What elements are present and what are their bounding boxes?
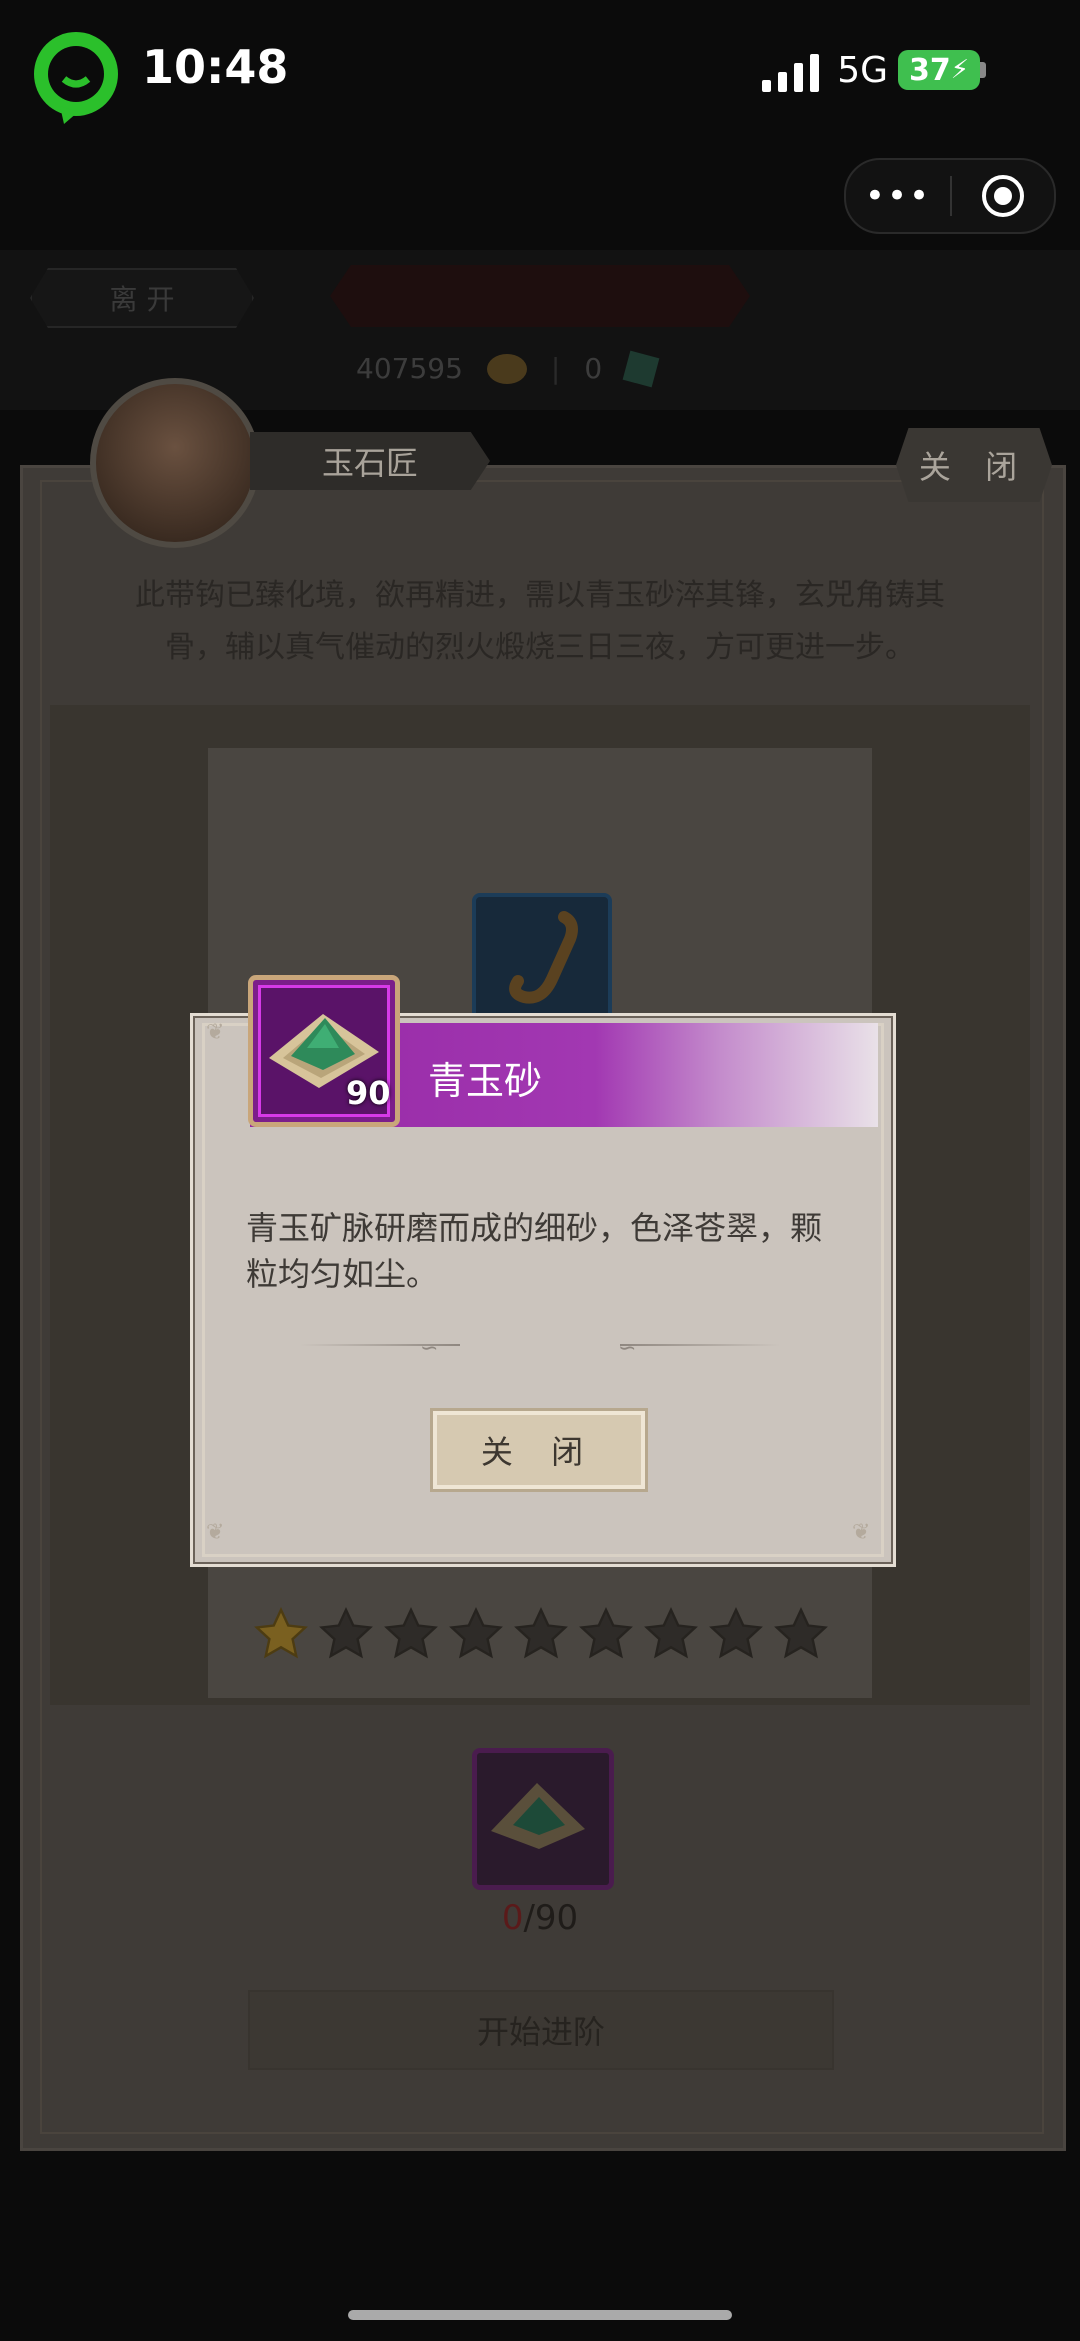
jade-icon: [622, 350, 660, 387]
status-time: 10:48: [142, 40, 289, 94]
target-icon: [982, 175, 1024, 217]
network-type: 5G: [837, 50, 888, 91]
home-indicator: [348, 2310, 732, 2320]
popup-close-button[interactable]: 关 闭: [430, 1408, 648, 1492]
star-empty-icon: [644, 1606, 698, 1659]
record-icon[interactable]: [952, 173, 1054, 219]
belt-hook-slot[interactable]: [472, 893, 612, 1033]
start-advance-button[interactable]: 开始进阶: [248, 1990, 834, 2070]
divider-ornament-left: ∽: [420, 1336, 439, 1361]
star-empty-icon: [579, 1606, 633, 1659]
battery-tip: [980, 62, 986, 78]
resource-row: 407595 | 0: [356, 350, 660, 387]
material-slot[interactable]: [472, 1748, 614, 1890]
corner-ornament: ❦: [852, 1520, 871, 1545]
resource-separator: |: [550, 352, 561, 385]
material-owned: 0: [501, 1898, 524, 1938]
signal-icon: [762, 54, 819, 92]
material-count: 0/90: [460, 1898, 620, 1938]
item-quantity: 90: [346, 1074, 391, 1112]
star-empty-icon: [774, 1606, 828, 1659]
star-empty-icon: [319, 1606, 373, 1659]
coin-count: 407595: [356, 352, 463, 385]
item-name: 青玉砂: [428, 1059, 543, 1103]
gem-count: 0: [584, 352, 603, 385]
charging-icon: ⚡: [950, 55, 969, 85]
npc-description: 此带钩已臻化境，欲再精进，需以青玉砂淬其锋，玄兕角铸其骨，辅以真气催动的烈火煅烧…: [135, 578, 945, 665]
gold-ingot-icon: [486, 353, 527, 384]
leave-button[interactable]: 离 开: [30, 268, 254, 328]
more-icon[interactable]: •••: [846, 176, 950, 216]
star-rating: [252, 1605, 830, 1663]
battery-level: 37: [908, 52, 951, 88]
npc-name-plate: 玉石匠: [250, 432, 490, 490]
material-required: /90: [523, 1898, 579, 1938]
star-empty-icon: [384, 1606, 438, 1659]
jade-sand-icon: [491, 1783, 585, 1849]
divider-right: [620, 1344, 780, 1346]
panel-close-button[interactable]: 关 闭: [896, 428, 1052, 502]
battery-indicator: 37 ⚡: [898, 50, 980, 90]
npc-avatar: [90, 378, 260, 548]
item-description: 青玉矿脉研磨而成的细砂，色泽苍翠，颗粒均匀如尘。: [246, 1209, 823, 1293]
belt-hook-icon: [509, 911, 578, 1004]
star-filled-icon: [254, 1606, 308, 1659]
star-empty-icon: [449, 1606, 503, 1659]
wechat-status-icon: [34, 32, 118, 124]
divider-ornament-right: ∽: [618, 1336, 637, 1361]
star-empty-icon: [709, 1606, 763, 1659]
corner-ornament: ❦: [206, 1020, 225, 1045]
mini-program-capsule: •••: [844, 158, 1056, 234]
star-empty-icon: [514, 1606, 568, 1659]
header-title-button[interactable]: [330, 265, 750, 327]
corner-ornament: ❦: [206, 1520, 225, 1545]
